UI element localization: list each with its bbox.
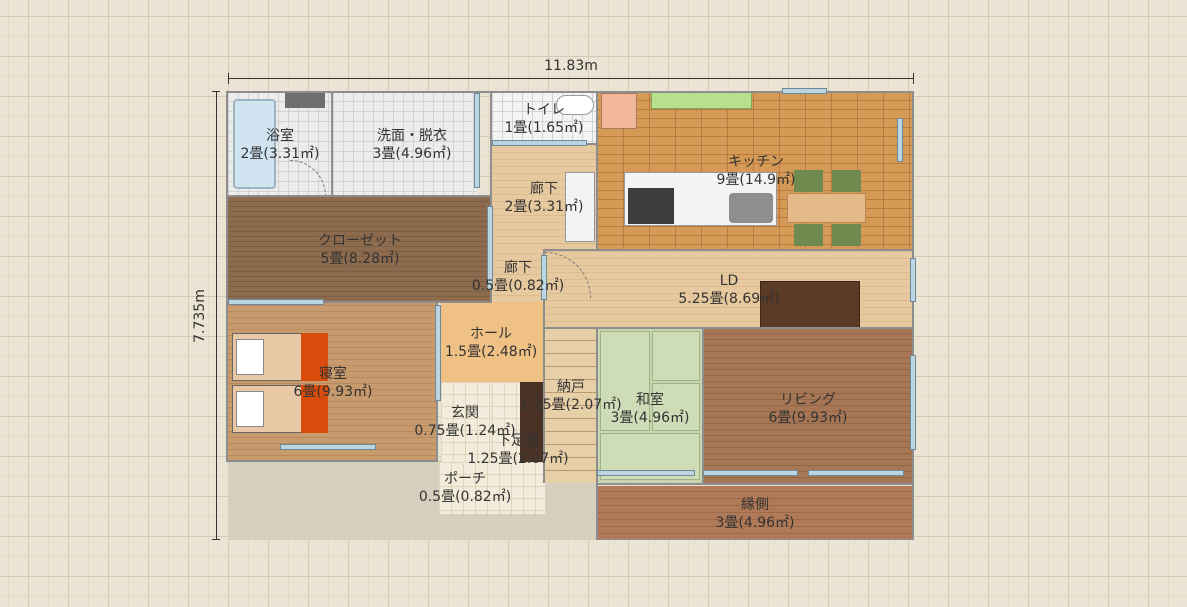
toilet-label: トイレ 1畳(1.65㎡) [504,101,583,137]
room-name: 廊下 [504,260,532,276]
wall [702,327,704,485]
window [492,140,587,146]
storage-label: 納戸 1.25畳(2.07㎡) [520,378,621,414]
wall [226,91,228,461]
bedroom-label: 寝室 6畳(9.93㎡) [293,365,372,401]
corridor-label: 廊下 2畳(3.31㎡) [504,180,583,216]
room-name: 納戸 [557,379,585,395]
window [228,299,324,305]
room-size: 5畳(8.28㎡) [320,251,400,267]
dining-table [787,193,866,223]
room-size: 3畳(4.96㎡) [610,410,690,426]
room-size: 2畳(3.31㎡) [240,146,320,162]
room-name: 下足室 [497,433,539,449]
ld-label: LD 5.25畳(8.69㎡) [678,272,779,308]
kitchen-counter [651,91,752,109]
wall [226,195,490,197]
window [597,470,695,476]
living-label: リビング 6畳(9.93㎡) [768,391,847,427]
room-name: トイレ [522,102,565,118]
room-size: 1.25畳(2.07㎡) [467,451,569,467]
room-name: キッチン [727,154,784,170]
kitchen-cabinet [601,93,637,129]
pillow [236,391,264,427]
bath-label: 浴室 2畳(3.31㎡) [240,127,319,163]
room-name: LD [719,273,739,289]
room-size: 1.5畳(2.48㎡) [444,344,538,360]
room-size: 9畳(14.9㎡) [716,172,796,188]
window [703,470,798,476]
dining-chair [832,170,861,192]
wall [543,249,914,251]
wall [331,91,333,196]
height-dimension-tick-bottom [212,539,220,540]
room-size: 6畳(9.93㎡) [293,384,373,400]
room-size: 3畳(4.96㎡) [372,146,452,162]
room-name: 寝室 [318,366,347,382]
room-size: 6畳(9.93㎡) [768,410,848,426]
room-size: 0.5畳(0.82㎡) [418,489,512,505]
room-name: 洗面・脱衣 [376,128,447,144]
floor-plan: 11.83m 7.735m 浴室 2畳(3.31㎡) 洗面・脱衣 3畳(4.96… [0,0,1187,607]
room-size: 1.25畳(2.07㎡) [520,397,622,413]
room-name: ポーチ [444,471,486,487]
window [782,88,827,94]
sink-icon [729,193,773,223]
cooktop-icon [628,188,674,224]
tatami-mat [652,331,700,381]
wall [226,460,438,462]
room-size: 1畳(1.65㎡) [504,120,584,136]
wall [596,91,598,251]
washroom-label: 洗面・脱衣 3畳(4.96㎡) [372,127,451,163]
room-name: 廊下 [529,181,558,197]
porch-label: ポーチ 0.5畳(0.82㎡) [419,470,511,506]
dining-chair [794,170,823,192]
width-dimension-line [228,78,914,79]
width-dimension-tick-left [228,73,229,84]
wall [596,539,914,540]
wall [543,327,914,329]
shower-fixture [285,93,325,108]
room-size: 5.25畳(8.69㎡) [678,291,780,307]
room-name: 和室 [635,392,664,408]
room-name: 玄関 [451,405,479,421]
corridor-small-label: 廊下 0.5畳(0.82㎡) [472,259,564,295]
window [897,118,903,162]
window [808,470,904,476]
wall [596,327,598,540]
room-name: リビング [779,392,836,408]
window [910,258,916,302]
closet-label: クローゼット 5畳(8.28㎡) [318,232,402,268]
dining-chair [794,224,823,246]
room-name: ホール [470,326,512,342]
room-size: 3畳(4.96㎡) [715,515,795,531]
pillow [236,339,264,375]
shoebox-label: 下足室 1.25畳(2.07㎡) [467,432,568,468]
engawa-label: 縁側 3畳(4.96㎡) [715,496,794,532]
height-dimension-label: 7.735m [192,289,208,343]
room-name: 縁側 [740,497,769,513]
window [435,305,441,401]
window [474,93,480,188]
height-dimension-tick-top [212,91,220,92]
wall [596,483,914,485]
dining-chair [832,224,861,246]
height-dimension-line [216,91,217,540]
width-dimension-tick-right [913,73,914,84]
room-size: 0.5畳(0.82㎡) [471,278,565,294]
room-name: 浴室 [265,128,294,144]
washitsu-label: 和室 3畳(4.96㎡) [610,391,689,427]
room-size: 2畳(3.31㎡) [504,199,584,215]
hall-label: ホール 1.5畳(2.48㎡) [445,325,537,361]
room-name: クローゼット [318,233,402,249]
window [910,355,916,450]
wall [912,91,914,540]
kitchen-label: キッチン 9畳(14.9㎡) [716,153,795,189]
width-dimension-label: 11.83m [544,58,598,74]
window [280,444,376,450]
